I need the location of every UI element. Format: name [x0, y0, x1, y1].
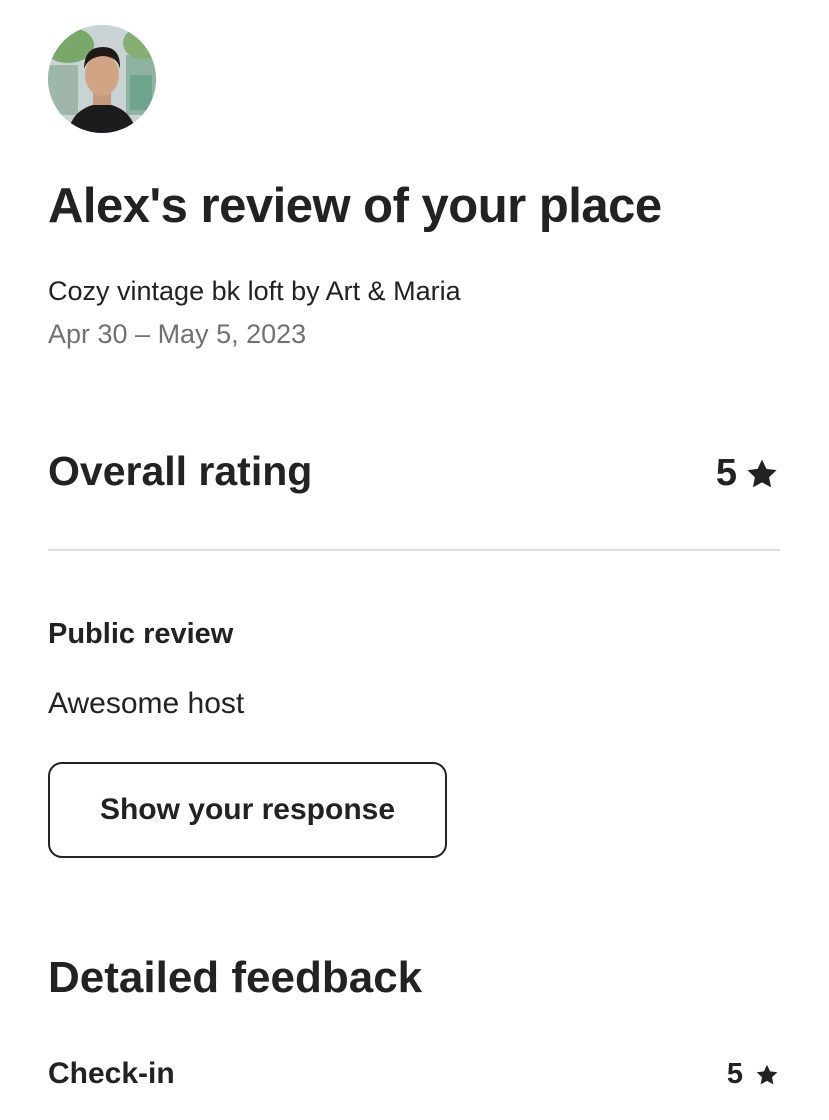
- overall-rating-label: Overall rating: [48, 448, 313, 494]
- checkin-rating-number: 5: [726, 1058, 743, 1090]
- star-icon: [745, 457, 779, 491]
- checkin-rating-value: 5: [727, 1058, 779, 1091]
- detailed-feedback-title: Detailed feedback: [48, 953, 423, 1002]
- user-avatar-photo: [48, 25, 156, 133]
- listing-name[interactable]: Cozy vintage bk loft by Art & Maria: [48, 276, 461, 307]
- section-divider: [48, 549, 780, 551]
- public-review-text: Awesome host: [48, 687, 245, 720]
- avatar[interactable]: [48, 25, 156, 133]
- overall-rating-number: 5: [715, 452, 737, 494]
- star-icon: [755, 1063, 779, 1087]
- page-title: Alex's review of your place: [48, 179, 662, 233]
- show-response-button[interactable]: Show your response: [48, 762, 447, 858]
- stay-dates: Apr 30 – May 5, 2023: [48, 319, 307, 349]
- overall-rating-value: 5: [716, 452, 779, 495]
- public-review-label: Public review: [48, 618, 234, 650]
- checkin-label: Check-in: [48, 1057, 175, 1090]
